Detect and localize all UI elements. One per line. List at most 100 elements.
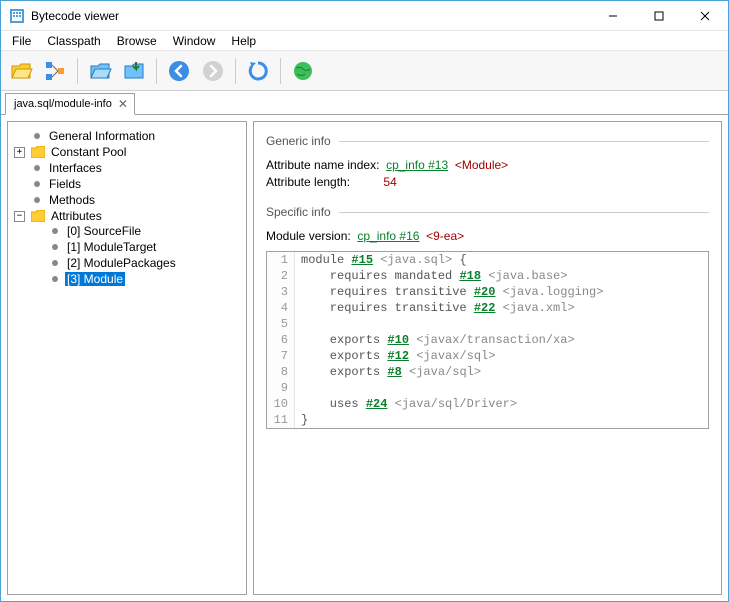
cp-ref-link[interactable]: #24 <box>366 397 388 411</box>
bullet-icon <box>34 165 40 171</box>
code-text: exports #8 <java/sql> <box>295 364 487 380</box>
attr-length-value: 54 <box>383 175 396 189</box>
cp-ref-link[interactable]: #15 <box>351 253 373 267</box>
tree-node[interactable]: Methods <box>14 193 242 207</box>
tree-label: [1] ModuleTarget <box>65 240 158 254</box>
cp-ref-link[interactable]: #20 <box>474 285 496 299</box>
cp-ref-link[interactable]: #10 <box>387 333 409 347</box>
menu-classpath[interactable]: Classpath <box>40 32 107 50</box>
titlebar: Bytecode viewer <box>1 1 728 31</box>
line-number: 5 <box>267 316 295 332</box>
toolbar-forward-button <box>197 55 229 87</box>
collapse-icon[interactable]: − <box>14 211 25 222</box>
tree-indent <box>14 195 25 206</box>
line-number: 6 <box>267 332 295 348</box>
tree-indent <box>14 163 25 174</box>
close-button[interactable] <box>682 1 728 31</box>
code-line: 11} <box>267 412 708 428</box>
cp-ref-link[interactable]: #8 <box>387 365 401 379</box>
detail-pane: Generic info Attribute name index: cp_in… <box>253 121 722 595</box>
tree-node[interactable]: Interfaces <box>14 161 242 175</box>
menu-browse[interactable]: Browse <box>110 32 164 50</box>
window-title: Bytecode viewer <box>31 9 119 23</box>
tab-label: java.sql/module-info <box>14 98 112 110</box>
bullet-icon <box>52 260 58 266</box>
attr-name-index-row: Attribute name index: cp_info #13 <Modul… <box>266 158 709 172</box>
attr-name-index-label: Attribute name index: <box>266 158 379 172</box>
module-version-value: <9-ea> <box>426 229 464 243</box>
maximize-button[interactable] <box>636 1 682 31</box>
menu-window[interactable]: Window <box>166 32 223 50</box>
code-text: exports #10 <javax/transaction/xa> <box>295 332 581 348</box>
tree-node[interactable]: [0] SourceFile <box>32 224 242 238</box>
toolbar-separator <box>77 58 78 84</box>
structure-tree: General Information + Constant Pool Interfa… <box>12 128 242 288</box>
toolbar-separator <box>156 58 157 84</box>
tree-label: Fields <box>47 177 83 191</box>
attr-length-row: Attribute length: 54 <box>266 175 709 189</box>
code-text: uses #24 <java/sql/Driver> <box>295 396 523 412</box>
toolbar-back-button[interactable] <box>163 55 195 87</box>
module-version-link[interactable]: cp_info #16 <box>357 229 419 243</box>
minimize-button[interactable] <box>590 1 636 31</box>
cp-ref-link[interactable]: #22 <box>474 301 496 315</box>
code-line: 9 <box>267 380 708 396</box>
toolbar-open-folder-button[interactable] <box>84 55 116 87</box>
tree-indent <box>32 258 43 269</box>
toolbar-save-button[interactable] <box>118 55 150 87</box>
tree-node[interactable]: − Attributes <box>14 209 242 223</box>
line-number: 7 <box>267 348 295 364</box>
bullet-icon <box>52 276 58 282</box>
code-text: requires transitive #20 <java.logging> <box>295 284 609 300</box>
tree-node[interactable]: [2] ModulePackages <box>32 256 242 270</box>
specific-info-header: Specific info <box>266 205 709 219</box>
tab-module-info[interactable]: java.sql/module-info ✕ <box>5 93 135 115</box>
code-text: module #15 <java.sql> { <box>295 252 473 268</box>
tree-indent <box>32 242 43 253</box>
code-text: } <box>295 412 314 428</box>
toolbar-open-file-button[interactable] <box>5 55 37 87</box>
tree-label: [2] ModulePackages <box>65 256 178 270</box>
tree-label: Constant Pool <box>49 145 128 159</box>
app-window: Bytecode viewer FileClasspathBrowseWindo… <box>0 0 729 602</box>
tree-node[interactable]: [3] Module <box>32 272 242 286</box>
line-number: 11 <box>267 412 295 428</box>
line-number: 3 <box>267 284 295 300</box>
specific-info-title: Specific info <box>266 205 331 219</box>
tree-node[interactable]: Fields <box>14 177 242 191</box>
menu-help[interactable]: Help <box>224 32 263 50</box>
code-line: 2 requires mandated #18 <java.base> <box>267 268 708 284</box>
code-line: 8 exports #8 <java/sql> <box>267 364 708 380</box>
code-line: 7 exports #12 <javax/sql> <box>267 348 708 364</box>
toolbar-reload-button[interactable] <box>242 55 274 87</box>
menu-file[interactable]: File <box>5 32 38 50</box>
cp-ref-link[interactable]: #18 <box>459 269 481 283</box>
line-number: 9 <box>267 380 295 396</box>
toolbar-web-button[interactable] <box>287 55 319 87</box>
module-version-label: Module version: <box>266 229 351 243</box>
tree-label: [0] SourceFile <box>65 224 143 238</box>
code-line: 3 requires transitive #20 <java.logging> <box>267 284 708 300</box>
code-text <box>295 380 307 396</box>
tab-close-icon[interactable]: ✕ <box>118 98 128 110</box>
tree-indent <box>32 226 43 237</box>
toolbar-jdk-tree-button[interactable] <box>39 55 71 87</box>
bullet-icon <box>34 197 40 203</box>
attr-name-index-link[interactable]: cp_info #13 <box>386 158 448 172</box>
toolbar <box>1 51 728 91</box>
tree-node[interactable]: General Information <box>14 129 242 143</box>
code-text: requires transitive #22 <java.xml> <box>295 300 581 316</box>
cp-ref-link[interactable]: #12 <box>387 349 409 363</box>
bullet-icon <box>34 181 40 187</box>
tree-node[interactable]: + Constant Pool <box>14 145 242 159</box>
tree-label: General Information <box>47 129 157 143</box>
tree-label: Attributes <box>49 209 104 223</box>
tree-node[interactable]: [1] ModuleTarget <box>32 240 242 254</box>
tree-indent <box>14 179 25 190</box>
tree-indent <box>32 274 43 285</box>
code-text: requires mandated #18 <java.base> <box>295 268 573 284</box>
generic-info-header: Generic info <box>266 134 709 148</box>
expand-icon[interactable]: + <box>14 147 25 158</box>
code-text <box>295 316 307 332</box>
attr-length-label: Attribute length: <box>266 175 350 189</box>
